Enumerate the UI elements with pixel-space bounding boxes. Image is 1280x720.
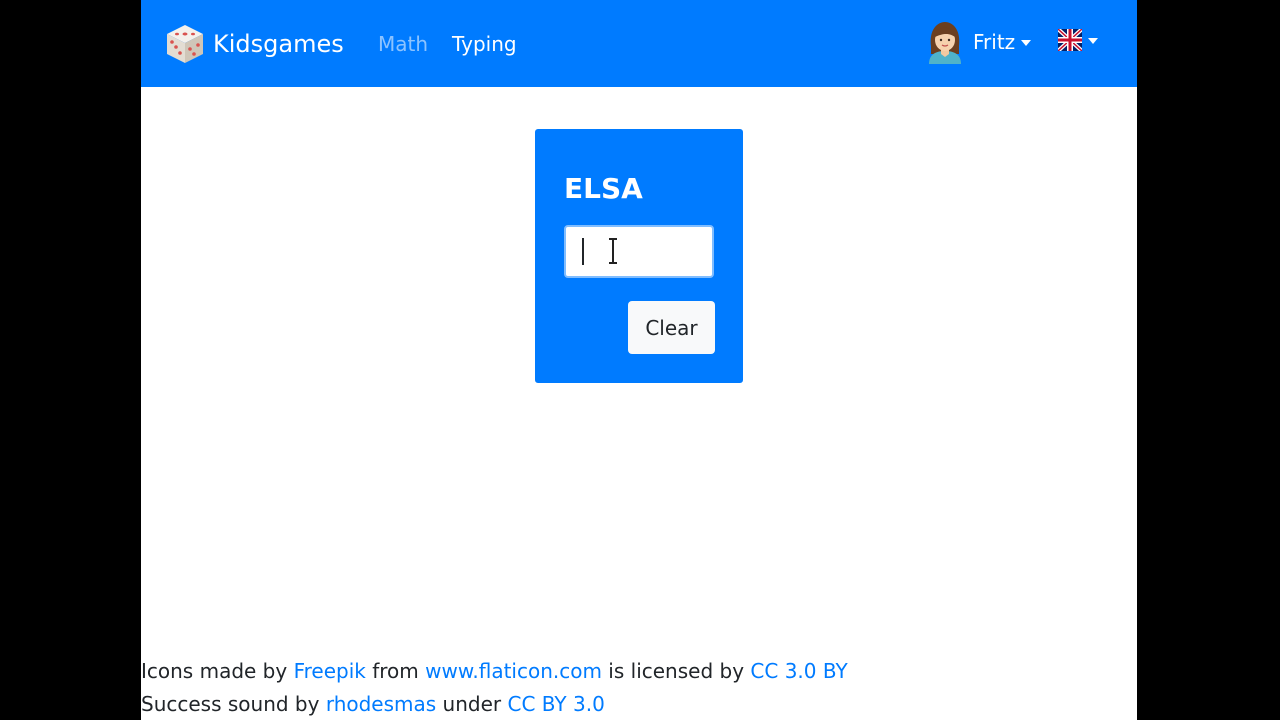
girl-avatar-icon	[929, 22, 961, 64]
freepik-link[interactable]: Freepik	[294, 659, 366, 683]
app-window: Kidsgames Math Typing Fritz ELSA Clear I…	[141, 0, 1137, 720]
brand-title: Kidsgames	[213, 30, 344, 58]
navbar: Kidsgames Math Typing Fritz	[141, 0, 1137, 87]
cc-license-link[interactable]: CC 3.0 BY	[750, 659, 847, 683]
rhodesmas-link[interactable]: rhodesmas	[326, 692, 436, 716]
uk-flag-icon	[1058, 29, 1082, 51]
language-dropdown[interactable]	[1058, 28, 1098, 52]
nav-link-typing[interactable]: Typing	[452, 32, 517, 56]
cc-by-license-link[interactable]: CC BY 3.0	[508, 692, 605, 716]
footer-sound-credit: Success sound by rhodesmas under CC BY 3…	[141, 688, 1137, 720]
user-name: Fritz	[973, 30, 1016, 54]
clear-button[interactable]: Clear	[628, 301, 715, 354]
target-word: ELSA	[564, 172, 643, 205]
dice-icon	[167, 25, 203, 63]
chevron-down-icon	[1021, 40, 1032, 46]
credit-text: under	[436, 692, 508, 716]
ibeam-cursor-icon	[609, 238, 617, 264]
answer-input[interactable]	[564, 225, 714, 278]
footer: Icons made by Freepik from www.flaticon.…	[141, 655, 1137, 720]
credit-text: Success sound by	[141, 692, 326, 716]
nav-link-math[interactable]: Math	[378, 32, 428, 56]
brand-link[interactable]: Kidsgames	[165, 23, 344, 65]
text-caret	[582, 238, 584, 265]
chevron-down-icon	[1088, 38, 1098, 44]
credit-text: is licensed by	[601, 659, 751, 683]
credit-text: from	[365, 659, 426, 683]
credit-text: Icons made by	[141, 659, 294, 683]
flaticon-link[interactable]: www.flaticon.com	[425, 659, 602, 683]
user-dropdown[interactable]: Fritz	[925, 20, 1032, 64]
footer-icons-credit: Icons made by Freepik from www.flaticon.…	[141, 655, 1137, 688]
